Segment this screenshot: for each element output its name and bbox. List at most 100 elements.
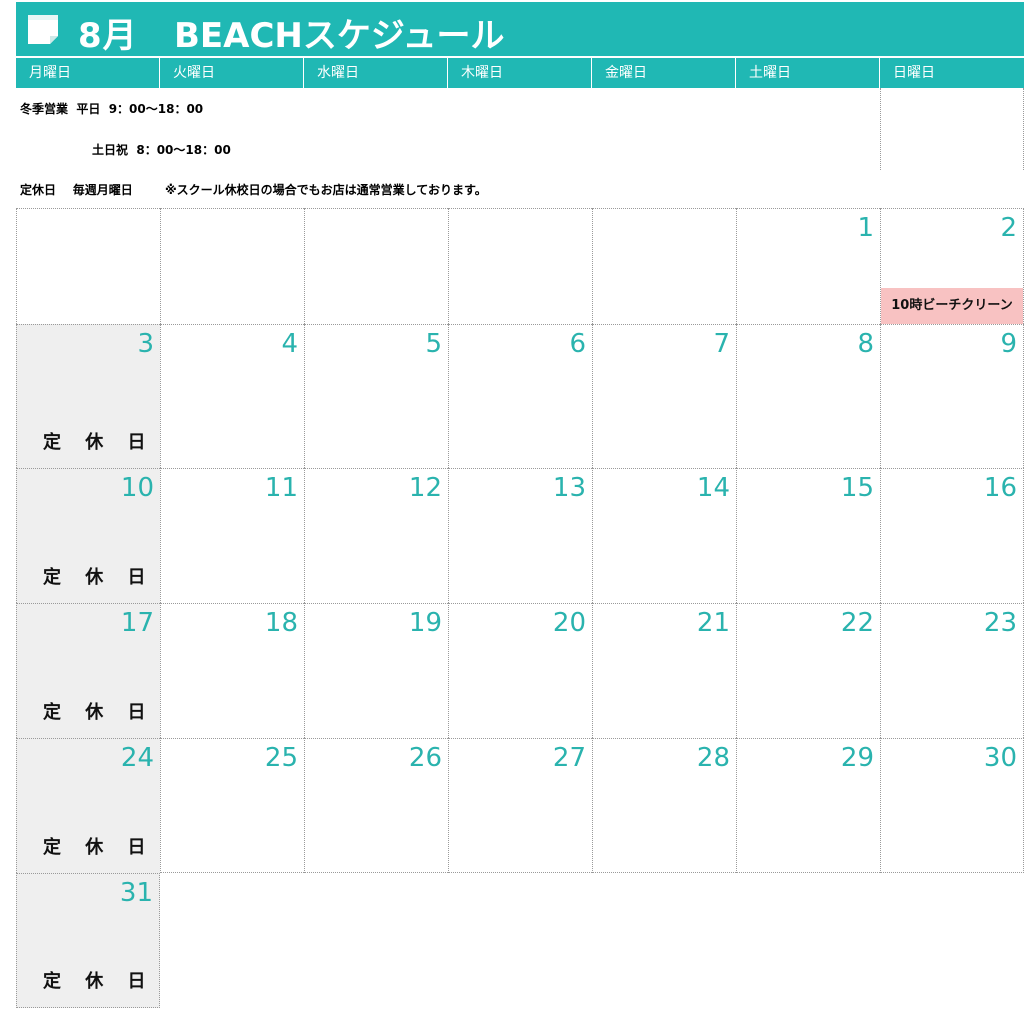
- closed-label: 定 休 日: [43, 432, 155, 453]
- empty-cell: [160, 873, 304, 1008]
- empty-cell: [592, 873, 736, 1008]
- empty-cell: [448, 208, 592, 324]
- weekday-tue: 火曜日: [160, 58, 304, 88]
- day-number: 12: [408, 473, 442, 503]
- day-number: 21: [696, 608, 730, 638]
- day-number: 20: [552, 608, 586, 638]
- closed-label: 定 休 日: [43, 837, 155, 858]
- calendar-page: 8月 BEACHスケジュール 月曜日 火曜日 水曜日 木曜日 金曜日 土曜日 日…: [0, 0, 1025, 1009]
- day-cell-25[interactable]: 25: [160, 738, 304, 873]
- empty-cell: [16, 208, 160, 324]
- day-cell-14[interactable]: 14: [592, 468, 736, 603]
- weekday-fri: 金曜日: [592, 58, 736, 88]
- calendar-week: 3 定 休 日 4 5 6 7 8 9: [16, 324, 1024, 468]
- day-cell-13[interactable]: 13: [448, 468, 592, 603]
- weekday-sat: 土曜日: [736, 58, 880, 88]
- day-number: 19: [408, 608, 442, 638]
- day-number: 1: [857, 213, 874, 243]
- day-cell-18[interactable]: 18: [160, 603, 304, 738]
- empty-cell: [880, 873, 1024, 1008]
- day-cell-1[interactable]: 1: [736, 208, 880, 324]
- day-number: 18: [264, 608, 298, 638]
- closed-label: 定 休 日: [43, 567, 155, 588]
- day-cell-27[interactable]: 27: [448, 738, 592, 873]
- day-cell-12[interactable]: 12: [304, 468, 448, 603]
- day-cell-7[interactable]: 7: [592, 324, 736, 468]
- closed-label: 定 休 日: [43, 702, 155, 723]
- empty-cell: [304, 208, 448, 324]
- calendar-week: 31 定 休 日: [16, 873, 1024, 1008]
- note-icon: [28, 15, 58, 44]
- day-cell-26[interactable]: 26: [304, 738, 448, 873]
- day-cell-28[interactable]: 28: [592, 738, 736, 873]
- day-cell-9[interactable]: 9: [880, 324, 1024, 468]
- calendar-week: 17 定 休 日 18 19 20 21 22 23: [16, 603, 1024, 738]
- day-cell-30[interactable]: 30: [880, 738, 1024, 873]
- day-number: 6: [569, 329, 586, 359]
- weekday-thu: 木曜日: [448, 58, 592, 88]
- day-cell-11[interactable]: 11: [160, 468, 304, 603]
- day-number: 24: [120, 743, 154, 773]
- day-cell-29[interactable]: 29: [736, 738, 880, 873]
- day-cell-8[interactable]: 8: [736, 324, 880, 468]
- day-number: 2: [1000, 213, 1017, 243]
- school-note: ※スクール休校日の場合でもお店は通常営業しております。: [165, 183, 487, 197]
- empty-cell: [160, 208, 304, 324]
- weekday-sun: 日曜日: [880, 58, 1024, 88]
- day-number: 5: [425, 329, 442, 359]
- day-number: 11: [264, 473, 298, 503]
- day-number: 22: [840, 608, 874, 638]
- day-number: 15: [840, 473, 874, 503]
- day-number: 27: [552, 743, 586, 773]
- weekday-mon: 月曜日: [16, 58, 160, 88]
- empty-cell: [448, 873, 592, 1008]
- hours-weekend: 土日祝 8：00～18：00: [92, 143, 231, 157]
- day-cell-19[interactable]: 19: [304, 603, 448, 738]
- day-number: 28: [696, 743, 730, 773]
- day-cell-20[interactable]: 20: [448, 603, 592, 738]
- hours-weekday: 冬季営業 平日 9：00～18：00: [20, 102, 204, 116]
- day-number: 13: [552, 473, 586, 503]
- day-number: 16: [983, 473, 1017, 503]
- day-cell-10[interactable]: 10 定 休 日: [16, 468, 160, 603]
- day-number: 30: [983, 743, 1017, 773]
- day-number: 17: [120, 608, 154, 638]
- day-number: 14: [696, 473, 730, 503]
- day-cell-24[interactable]: 24 定 休 日: [16, 738, 160, 873]
- title-month: 8月: [78, 16, 138, 56]
- day-number: 3: [137, 329, 154, 359]
- event-tag[interactable]: 10時ビーチクリーン: [881, 288, 1023, 324]
- calendar-week: 10 定 休 日 11 12 13 14 15 16: [16, 468, 1024, 603]
- day-number: 23: [983, 608, 1017, 638]
- day-cell-23[interactable]: 23: [880, 603, 1024, 738]
- day-number: 7: [713, 329, 730, 359]
- day-cell-6[interactable]: 6: [448, 324, 592, 468]
- closed-day-info: 定休日 毎週月曜日: [20, 183, 133, 197]
- day-cell-31[interactable]: 31 定 休 日: [16, 873, 160, 1008]
- empty-cell: [592, 208, 736, 324]
- day-number: 25: [264, 743, 298, 773]
- day-number: 26: [408, 743, 442, 773]
- day-cell-15[interactable]: 15: [736, 468, 880, 603]
- day-number: 8: [857, 329, 874, 359]
- calendar-grid: 1 2 10時ビーチクリーン 3 定 休 日 4 5 6 7 8 9 10 定 休 日 11 12 13 14 1…: [16, 208, 1024, 1008]
- closed-label: 定 休 日: [43, 971, 155, 992]
- day-cell-22[interactable]: 22: [736, 603, 880, 738]
- day-cell-2[interactable]: 2 10時ビーチクリーン: [880, 208, 1024, 324]
- weekday-header: 月曜日 火曜日 水曜日 木曜日 金曜日 土曜日 日曜日: [16, 58, 1024, 88]
- day-cell-3[interactable]: 3 定 休 日: [16, 324, 160, 468]
- weekday-wed: 水曜日: [304, 58, 448, 88]
- sunday-top-cell: [880, 88, 1024, 170]
- day-number: 4: [281, 329, 298, 359]
- day-cell-5[interactable]: 5: [304, 324, 448, 468]
- day-number: 9: [1000, 329, 1017, 359]
- day-number: 31: [119, 878, 153, 908]
- day-cell-16[interactable]: 16: [880, 468, 1024, 603]
- title-bar: 8月 BEACHスケジュール: [16, 2, 1024, 56]
- day-cell-21[interactable]: 21: [592, 603, 736, 738]
- day-cell-17[interactable]: 17 定 休 日: [16, 603, 160, 738]
- empty-cell: [736, 873, 880, 1008]
- page-title: BEACHスケジュール: [174, 16, 505, 56]
- calendar-week: 1 2 10時ビーチクリーン: [16, 208, 1024, 324]
- day-cell-4[interactable]: 4: [160, 324, 304, 468]
